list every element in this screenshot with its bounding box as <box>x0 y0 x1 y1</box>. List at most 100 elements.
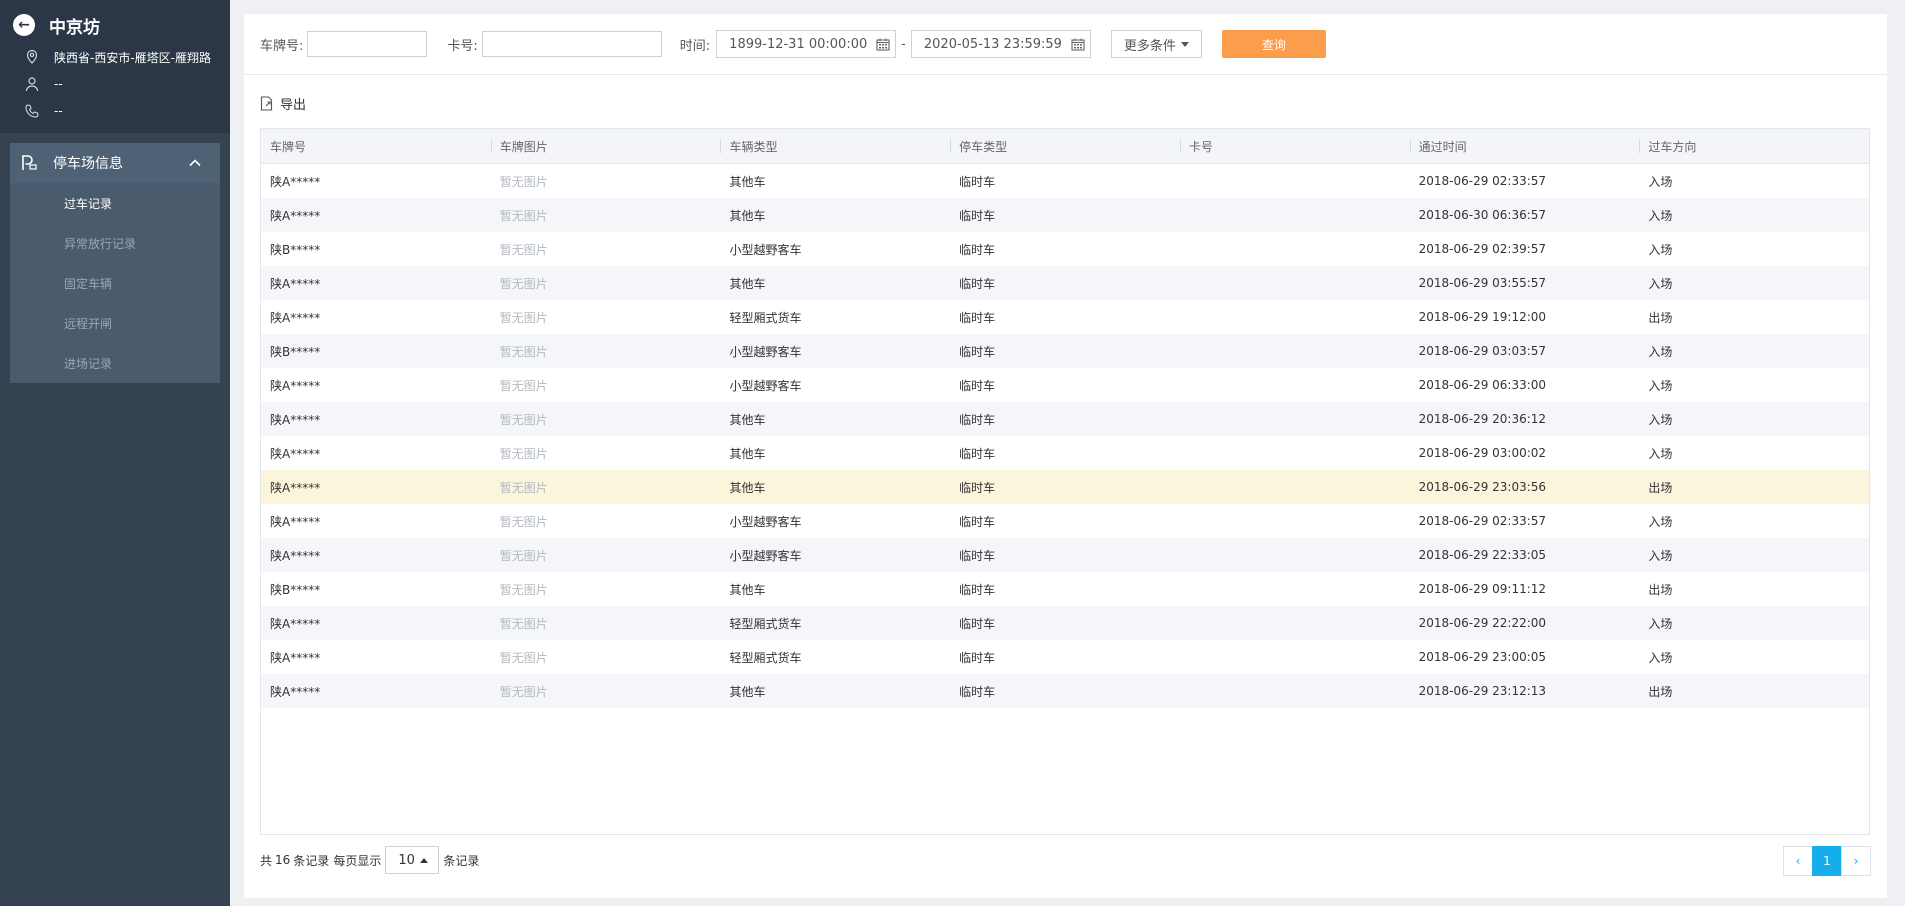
total-suffix: 条记录 <box>293 853 330 868</box>
cell-direction: 入场 <box>1648 208 1673 223</box>
cell-pass-time: 2018-06-29 22:22:00 <box>1418 616 1547 630</box>
table-row[interactable]: 陕A***** 暂无图片 轻型厢式货车 临时车 2018-06-29 22:22:00 入… <box>261 606 1869 640</box>
cell-plate-image: 暂无图片 <box>499 650 548 665</box>
column-header-plate[interactable]: 车牌号 <box>261 129 491 163</box>
cell-vehicle-type: 其他车 <box>729 276 766 291</box>
cell-parking-type: 临时车 <box>959 616 996 631</box>
cell-vehicle-type: 其他车 <box>729 412 766 427</box>
column-header-vehicle-type[interactable]: 车辆类型 <box>720 129 950 163</box>
cell-pass-time: 2018-06-29 02:33:57 <box>1418 174 1547 188</box>
cell-plate: 陕A***** <box>270 616 321 631</box>
menu-item-abnormal-release[interactable]: 异常放行记录 <box>10 223 220 263</box>
cell-direction: 出场 <box>1648 582 1673 597</box>
cell-pass-time: 2018-06-29 03:03:57 <box>1418 344 1547 358</box>
table-row[interactable]: 陕A***** 暂无图片 轻型厢式货车 临时车 2018-06-29 23:00:05 入… <box>261 640 1869 674</box>
next-page-button[interactable]: › <box>1841 846 1871 876</box>
column-header-parking-type[interactable]: 停车类型 <box>950 129 1180 163</box>
cell-pass-time: 2018-06-29 20:36:12 <box>1418 412 1547 426</box>
cell-parking-type: 临时车 <box>959 446 996 461</box>
card-input[interactable] <box>481 31 662 57</box>
menu-item-pass-records[interactable]: 过车记录 <box>10 183 220 223</box>
column-header-direction[interactable]: 过车方向 <box>1639 129 1869 163</box>
cell-plate-image: 暂无图片 <box>499 480 548 495</box>
table-row[interactable]: 陕A***** 暂无图片 小型越野客车 临时车 2018-06-29 02:33:57 入… <box>261 504 1869 538</box>
cell-vehicle-type: 其他车 <box>729 446 766 461</box>
menu-group-parking-info[interactable]: 停车场信息 <box>10 143 220 183</box>
cell-vehicle-type: 小型越野客车 <box>729 548 802 563</box>
main-panel: 车牌号: 卡号: 时间: 1899-12-31 00:00:00 - 2020-… <box>244 14 1887 898</box>
export-icon <box>260 95 273 111</box>
cell-vehicle-type: 其他车 <box>729 174 766 189</box>
cell-card-number <box>1180 606 1410 640</box>
total-count: 16 <box>275 853 291 867</box>
table-row[interactable]: 陕B***** 暂无图片 其他车 临时车 2018-06-29 09:11:12 出场 <box>261 572 1869 606</box>
table-row[interactable]: 陕A***** 暂无图片 其他车 临时车 2018-06-29 23:03:56 出场 <box>261 470 1869 504</box>
menu-item-remote-gate[interactable]: 远程开闸 <box>10 303 220 343</box>
cell-parking-type: 临时车 <box>959 684 996 699</box>
cell-direction: 入场 <box>1648 548 1673 563</box>
cell-vehicle-type: 其他车 <box>729 480 766 495</box>
cell-card-number <box>1180 640 1410 674</box>
export-button[interactable]: 导出 <box>260 94 306 113</box>
query-button[interactable]: 查询 <box>1221 30 1326 58</box>
cell-direction: 入场 <box>1648 412 1673 427</box>
table-row[interactable]: 陕A***** 暂无图片 小型越野客车 临时车 2018-06-29 06:33:00 入… <box>261 368 1869 402</box>
plate-input[interactable] <box>307 31 428 57</box>
parking-icon <box>22 155 37 170</box>
end-time-value: 2020-05-13 23:59:59 <box>923 36 1062 52</box>
prev-page-button[interactable]: ‹ <box>1783 846 1813 876</box>
phone-icon <box>25 104 39 118</box>
cell-direction: 入场 <box>1648 378 1673 393</box>
menu-item-entry-records[interactable]: 进场记录 <box>10 343 220 383</box>
start-time-input[interactable]: 1899-12-31 00:00:00 <box>716 30 897 58</box>
cell-parking-type: 临时车 <box>959 514 996 529</box>
cell-vehicle-type: 其他车 <box>729 208 766 223</box>
column-header-card-number[interactable]: 卡号 <box>1179 129 1410 163</box>
date-separator: - <box>901 36 906 52</box>
calendar-icon[interactable] <box>876 38 890 51</box>
table-row[interactable]: 陕A***** 暂无图片 其他车 临时车 2018-06-30 06:36:57 入场 <box>261 198 1869 232</box>
plate-label: 车牌号: <box>260 38 304 54</box>
cell-plate: 陕A***** <box>270 310 321 325</box>
cell-plate: 陕A***** <box>270 514 321 529</box>
pagination-nav: ‹ 1 › <box>1783 846 1871 876</box>
page-size-select[interactable]: 10 <box>385 846 440 874</box>
calendar-icon[interactable] <box>1071 38 1085 51</box>
chevron-up-icon[interactable] <box>188 156 202 170</box>
cell-plate: 陕A***** <box>270 276 321 291</box>
table-row[interactable]: 陕A***** 暂无图片 其他车 临时车 2018-06-29 23:12:13 出场 <box>261 674 1869 708</box>
cell-parking-type: 临时车 <box>959 276 996 291</box>
cell-card-number <box>1180 538 1410 572</box>
column-header-plate-image[interactable]: 车牌图片 <box>490 129 721 163</box>
time-label: 时间: <box>679 38 711 54</box>
cell-plate: 陕A***** <box>270 208 321 223</box>
sidebar: ← 中京坊 陕西省-西安市-雁塔区-雁翔路 -- -- 停车场信息 过车记录 异… <box>0 0 230 906</box>
cell-pass-time: 2018-06-29 19:12:00 <box>1418 310 1547 324</box>
table-row[interactable]: 陕A***** 暂无图片 其他车 临时车 2018-06-29 02:33:57 入场 <box>261 164 1869 198</box>
back-arrow-icon[interactable]: ← <box>13 14 35 36</box>
table-row[interactable]: 陕A***** 暂无图片 轻型厢式货车 临时车 2018-06-29 19:12:00 出… <box>261 300 1869 334</box>
cell-card-number <box>1180 368 1410 402</box>
location-pin-icon <box>26 49 38 64</box>
table-row[interactable]: 陕A***** 暂无图片 小型越野客车 临时车 2018-06-29 22:33:05 入… <box>261 538 1869 572</box>
cell-direction: 入场 <box>1648 174 1673 189</box>
column-header-pass-time[interactable]: 通过时间 <box>1409 129 1640 163</box>
sidebar-title-row: ← 中京坊 <box>0 12 230 38</box>
cell-vehicle-type: 轻型厢式货车 <box>729 616 802 631</box>
filter-bar: 车牌号: 卡号: 时间: 1899-12-31 00:00:00 - 2020-… <box>244 14 1887 75</box>
page-button-current[interactable]: 1 <box>1812 846 1842 876</box>
more-conditions-button[interactable]: 更多条件 <box>1110 30 1202 58</box>
end-time-input[interactable]: 2020-05-13 23:59:59 <box>910 30 1091 58</box>
table-row[interactable]: 陕A***** 暂无图片 其他车 临时车 2018-06-29 03:55:57 入场 <box>261 266 1869 300</box>
table-row[interactable]: 陕B***** 暂无图片 小型越野客车 临时车 2018-06-29 03:03:57 入… <box>261 334 1869 368</box>
table-row[interactable]: 陕A***** 暂无图片 其他车 临时车 2018-06-29 20:36:12 入场 <box>261 402 1869 436</box>
cell-parking-type: 临时车 <box>959 480 996 495</box>
table-row[interactable]: 陕A***** 暂无图片 其他车 临时车 2018-06-29 03:00:02 入场 <box>261 436 1869 470</box>
cell-card-number <box>1180 232 1410 266</box>
table-row[interactable]: 陕B***** 暂无图片 小型越野客车 临时车 2018-06-29 02:39:57 入… <box>261 232 1869 266</box>
cell-parking-type: 临时车 <box>959 412 996 427</box>
cell-card-number <box>1180 572 1410 606</box>
menu-item-fixed-vehicles[interactable]: 固定车辆 <box>10 263 220 303</box>
cell-pass-time: 2018-06-29 23:00:05 <box>1418 650 1547 664</box>
cell-vehicle-type: 轻型厢式货车 <box>729 650 802 665</box>
